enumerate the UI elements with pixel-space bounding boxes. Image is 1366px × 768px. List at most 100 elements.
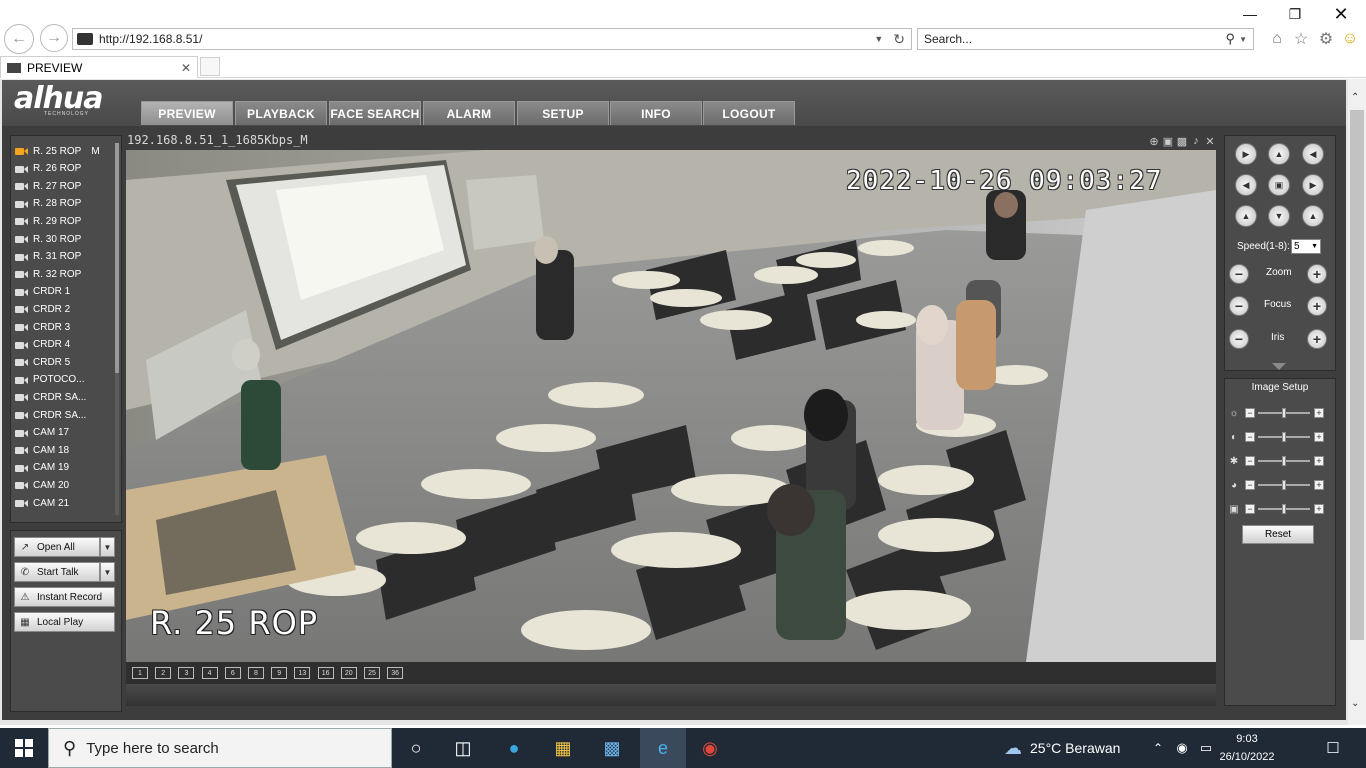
increase-button[interactable]: + — [1314, 504, 1324, 514]
ptz-down-left-button[interactable]: ▲ — [1235, 205, 1257, 227]
decrease-button[interactable]: − — [1245, 432, 1255, 442]
gear-icon[interactable]: ⚙ — [1315, 28, 1337, 50]
channel-item[interactable]: CAM 19 — [15, 460, 113, 476]
address-dropdown-icon[interactable]: ▼ — [874, 34, 883, 44]
address-text[interactable]: http://192.168.8.51/ — [99, 32, 874, 46]
image-slider-knob[interactable] — [1282, 456, 1286, 466]
menu-tab-alarm[interactable]: ALARM — [423, 101, 515, 125]
focus-near-button[interactable]: − — [1229, 296, 1249, 316]
channel-item[interactable]: CAM 20 — [15, 477, 113, 493]
menu-tab-playback[interactable]: PLAYBACK — [235, 101, 327, 125]
ptz-up-left-button[interactable]: ▶ — [1235, 143, 1257, 165]
scroll-down-icon[interactable]: ⌄ — [1351, 698, 1359, 709]
task-view-icon[interactable]: ◫ — [444, 732, 482, 764]
ptz-collapse-icon[interactable] — [1272, 363, 1286, 371]
channel-item[interactable]: CRDR SA... — [15, 389, 113, 405]
favorites-star-icon[interactable]: ☆ — [1290, 28, 1312, 50]
snapshot-icon[interactable]: ▣ — [1162, 135, 1174, 148]
increase-button[interactable]: + — [1314, 456, 1324, 466]
close-video-icon[interactable]: ✕ — [1204, 135, 1216, 148]
layout-button[interactable]: 36 — [387, 667, 404, 679]
layout-button[interactable]: 3 — [178, 667, 195, 679]
weather-widget[interactable]: ☁ 25°C Berawan — [1004, 728, 1120, 768]
scroll-up-icon[interactable]: ⌃ — [1351, 92, 1359, 103]
channel-item[interactable]: R. 32 ROP — [15, 266, 113, 282]
channel-item[interactable]: CRDR 2 — [15, 301, 113, 317]
channel-item[interactable]: CRDR 3 — [15, 319, 113, 335]
speed-select[interactable]: 5 ▼ — [1291, 239, 1321, 254]
iris-open-button[interactable]: + — [1307, 329, 1327, 349]
edge-browser-icon[interactable]: ● — [495, 732, 533, 764]
file-explorer-icon[interactable]: ▦ — [544, 732, 582, 764]
image-slider-knob[interactable] — [1282, 408, 1286, 418]
decrease-button[interactable]: − — [1245, 456, 1255, 466]
live-video[interactable] — [126, 150, 1216, 662]
digital-zoom-icon[interactable]: ⊕ — [1148, 135, 1160, 148]
back-button[interactable]: ← — [4, 24, 34, 54]
home-icon[interactable]: ⌂ — [1266, 28, 1288, 50]
increase-button[interactable]: + — [1314, 480, 1324, 490]
layout-button[interactable]: 8 — [248, 667, 264, 679]
image-slider-knob[interactable] — [1282, 432, 1286, 442]
layout-button[interactable]: 6 — [224, 667, 241, 679]
taskbar-search-box[interactable]: ⚲ Type here to search — [48, 728, 392, 768]
internet-explorer-icon[interactable]: e — [640, 728, 686, 768]
instant-record-button[interactable]: ⚠ Instant Record — [14, 587, 115, 607]
network-icon[interactable]: ▭ — [1194, 732, 1218, 764]
channel-item[interactable]: R. 26 ROP — [15, 161, 113, 177]
show-hidden-icons-chevron-icon[interactable]: ⌃ — [1146, 732, 1170, 764]
image-slider-knob[interactable] — [1282, 504, 1286, 514]
cortana-icon[interactable]: ○ — [397, 732, 435, 764]
channel-item[interactable]: R. 31 ROP — [15, 249, 113, 265]
menu-tab-logout[interactable]: LOGOUT — [703, 101, 795, 125]
increase-button[interactable]: + — [1314, 432, 1324, 442]
channel-item[interactable]: CAM 17 — [15, 425, 113, 441]
chrome-icon[interactable]: ◉ — [691, 732, 729, 764]
close-tab-icon[interactable]: ✕ — [181, 61, 191, 75]
layout-button[interactable]: 2 — [155, 667, 172, 679]
decrease-button[interactable]: − — [1245, 504, 1255, 514]
start-talk-button[interactable]: ✆ Start Talk — [14, 562, 100, 582]
decrease-button[interactable]: − — [1245, 480, 1255, 490]
open-all-dropdown[interactable]: ▼ — [100, 537, 115, 557]
ptz-left-button[interactable]: ◀ — [1235, 174, 1257, 196]
layout-button[interactable]: 20 — [340, 667, 357, 679]
audio-icon[interactable]: ♪ — [1190, 135, 1202, 147]
browser-search-text[interactable]: Search... — [918, 32, 1226, 46]
channel-item[interactable]: R. 29 ROP — [15, 213, 113, 229]
forward-button[interactable]: → — [40, 24, 68, 52]
tab-preview[interactable]: PREVIEW ✕ — [0, 56, 198, 78]
ptz-down-right-button[interactable]: ▲ — [1302, 205, 1324, 227]
refresh-icon[interactable]: ↻ — [893, 31, 905, 48]
notification-icon[interactable]: ☐ — [1320, 732, 1346, 764]
start-talk-dropdown[interactable]: ▼ — [100, 562, 115, 582]
menu-tab-setup[interactable]: SETUP — [517, 101, 609, 125]
zoom-in-button[interactable]: + — [1307, 264, 1327, 284]
smiley-feedback-icon[interactable]: ☺ — [1339, 28, 1361, 50]
microsoft-store-icon[interactable]: ▩ — [593, 732, 631, 764]
channel-item[interactable]: R. 25 ROP M — [15, 143, 113, 159]
record-icon[interactable]: ▩ — [1176, 135, 1188, 148]
channel-item[interactable]: CRDR 1 — [15, 284, 113, 300]
layout-button[interactable]: 16 — [317, 667, 334, 679]
page-scroll-thumb[interactable] — [1350, 110, 1364, 640]
channel-item[interactable]: R. 30 ROP — [15, 231, 113, 247]
channel-item[interactable]: R. 28 ROP — [15, 196, 113, 212]
channel-item[interactable]: POTOCO... — [15, 372, 113, 388]
menu-tab-info[interactable]: INFO — [610, 101, 702, 125]
search-dropdown-icon[interactable]: ▼ — [1239, 35, 1247, 44]
increase-button[interactable]: + — [1314, 408, 1324, 418]
menu-tab-preview[interactable]: PREVIEW — [141, 101, 233, 125]
image-slider-knob[interactable] — [1282, 480, 1286, 490]
system-clock[interactable]: 9:03 26/10/2022 — [1218, 730, 1276, 766]
ptz-down-button[interactable]: ▼ — [1268, 205, 1290, 227]
menu-tab-face-search[interactable]: FACE SEARCH — [329, 101, 421, 125]
decrease-button[interactable]: − — [1245, 408, 1255, 418]
search-icon[interactable]: ⚲ — [1226, 31, 1236, 47]
channel-item[interactable]: CAM 18 — [15, 442, 113, 458]
layout-button[interactable]: 9 — [271, 667, 288, 679]
iris-close-button[interactable]: − — [1229, 329, 1249, 349]
ptz-center-button[interactable]: ▣ — [1268, 174, 1290, 196]
layout-button[interactable]: 13 — [294, 667, 311, 679]
open-all-button[interactable]: ↗ Open All — [14, 537, 100, 557]
